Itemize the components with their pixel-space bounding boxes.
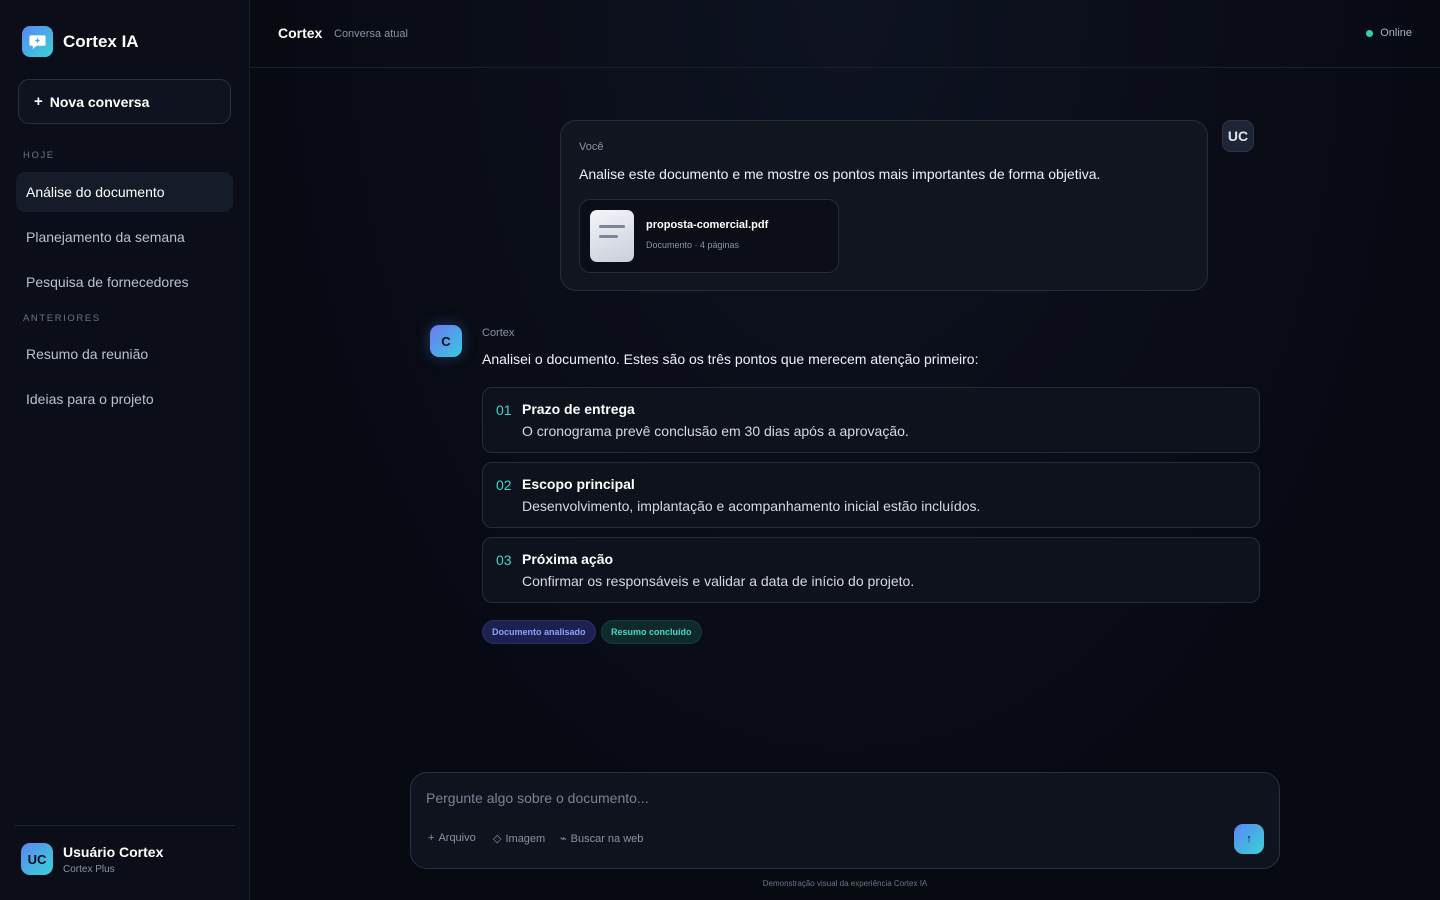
web-icon: ⌁ (560, 833, 567, 845)
chat-main: Cortex Conversa atual Online Você Analis… (250, 0, 1440, 900)
sidebar-item-project-ideas[interactable]: Ideias para o projeto (16, 379, 233, 419)
new-chat-button[interactable]: + Nova conversa (18, 79, 231, 124)
chat-bubble-icon (22, 26, 53, 57)
plus-icon: + (34, 93, 43, 110)
attach-file-button[interactable]: + Arquivo (428, 832, 476, 844)
sidebar-item-label: Análise do documento (26, 184, 165, 200)
message-text: Analisei o documento. Estes são os três … (482, 351, 979, 367)
divider (14, 825, 235, 826)
attachment-meta: Documento · 4 páginas (646, 240, 740, 250)
brand-name: Cortex IA (63, 31, 139, 51)
sidebar-item-label: Planejamento da semana (26, 229, 185, 245)
point-title: Próxima ação (522, 551, 614, 567)
point-description: Desenvolvimento, implantação e acompanha… (522, 498, 981, 514)
status-badge-document-analyzed: Documento analisado (482, 620, 596, 644)
user-name: Usuário Cortex (63, 843, 164, 860)
footer-note: Demonstração visual da experiência Corte… (762, 879, 928, 888)
section-label-previous: ANTERIORES (23, 313, 101, 324)
sidebar-item-meeting-summary[interactable]: Resumo da reunião (16, 334, 233, 374)
tool-label: Buscar na web (570, 832, 644, 845)
point-title: Escopo principal (522, 476, 635, 492)
point-number: 03 (496, 552, 512, 568)
page-subtitle: Conversa atual (334, 28, 408, 40)
file-attachment[interactable]: proposta-comercial.pdf Documento · 4 pág… (579, 199, 839, 273)
status-dot-icon (1366, 29, 1374, 37)
user-message: Você Analise este documento e me mostre … (560, 120, 1208, 291)
topbar: Cortex Conversa atual Online (250, 0, 1440, 68)
sidebar-item-supplier-research[interactable]: Pesquisa de fornecedores (16, 262, 233, 302)
plus-icon: + (428, 832, 435, 844)
sidebar-item-label: Ideias para o projeto (26, 391, 154, 407)
message-author: Você (579, 141, 604, 153)
page-title: Cortex (278, 25, 323, 41)
user-message-avatar: UC (1222, 120, 1254, 152)
point-title: Prazo de entrega (522, 401, 635, 417)
key-point-card: 02 Escopo principal Desenvolvimento, imp… (482, 462, 1260, 528)
point-number: 01 (496, 402, 512, 418)
message-text: Analise este documento e me mostre os po… (579, 166, 1101, 182)
arrow-up-icon: ↑ (1246, 833, 1252, 845)
sidebar: Cortex IA + Nova conversa HOJE Análise d… (0, 0, 250, 900)
sidebar-item-weekly-planning[interactable]: Planejamento da semana (16, 217, 233, 257)
message-author: Cortex (482, 327, 515, 339)
key-point-card: 01 Prazo de entrega O cronograma prevê c… (482, 387, 1260, 453)
diamond-icon: ◇ (493, 833, 502, 845)
user-avatar: UC (21, 843, 53, 875)
status-badge-summary-done: Resumo concluído (601, 620, 702, 644)
status-label: Online (1380, 27, 1412, 39)
assistant-avatar: C (430, 325, 462, 357)
tool-label: Imagem (505, 832, 546, 845)
attach-image-button[interactable]: ◇ Imagem (493, 832, 546, 846)
user-profile[interactable]: UC Usuário Cortex Cortex Plus (21, 843, 163, 875)
sidebar-item-label: Resumo da reunião (26, 346, 149, 362)
point-description: O cronograma prevê conclusão em 30 dias … (522, 423, 909, 439)
sidebar-item-document-analysis[interactable]: Análise do documento (16, 172, 233, 212)
attachment-name: proposta-comercial.pdf (646, 219, 769, 231)
message-composer: + Arquivo ◇ Imagem ⌁ Buscar na web ↑ (410, 772, 1280, 869)
new-chat-label: Nova conversa (49, 93, 150, 110)
status-indicator: Online (1366, 27, 1412, 39)
point-number: 02 (496, 477, 512, 493)
send-button[interactable]: ↑ (1234, 824, 1264, 854)
brand[interactable]: Cortex IA (22, 26, 139, 57)
section-label-today: HOJE (23, 150, 55, 161)
message-input[interactable] (426, 787, 1246, 809)
user-plan: Cortex Plus (63, 863, 115, 875)
sidebar-item-label: Pesquisa de fornecedores (26, 274, 189, 290)
tool-label: Arquivo (438, 832, 476, 844)
key-point-card: 03 Próxima ação Confirmar os responsávei… (482, 537, 1260, 603)
point-description: Confirmar os responsáveis e validar a da… (522, 573, 915, 589)
web-search-button[interactable]: ⌁ Buscar na web (560, 832, 644, 846)
document-icon (590, 210, 634, 262)
